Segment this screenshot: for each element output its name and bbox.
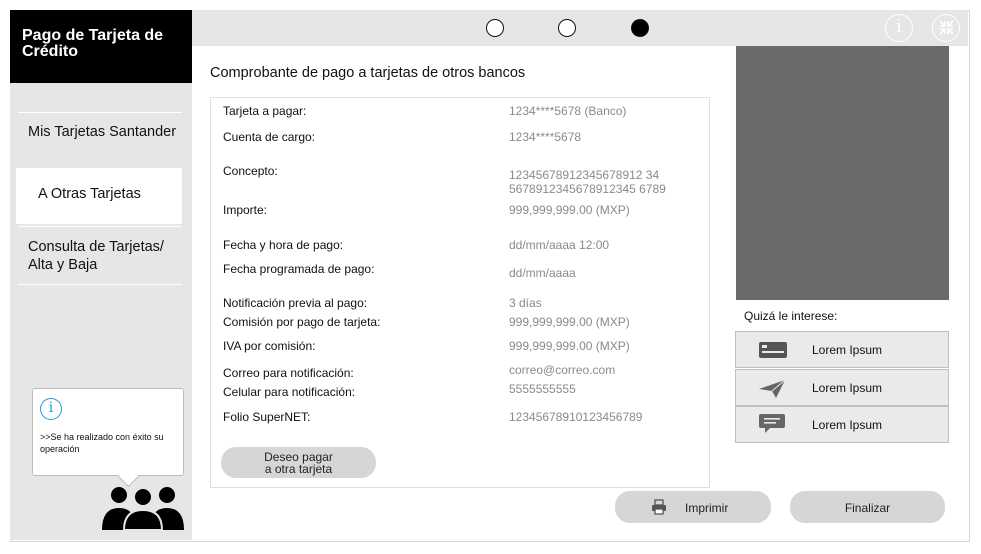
sidebar-item-consulta-tarjetas[interactable]: Consulta de Tarjetas/ Alta y Baja: [18, 226, 182, 284]
top-bar: [192, 10, 968, 46]
field-label-notification: Notificación previa al pago:: [223, 296, 368, 310]
step-1-indicator: [486, 19, 504, 37]
print-button-label: Imprimir: [685, 501, 729, 515]
field-label-folio: Folio SuperNET:: [223, 410, 311, 424]
print-button[interactable]: Imprimir: [615, 491, 771, 523]
field-label-card: Tarjeta a pagar:: [223, 104, 307, 118]
paper-plane-icon: [759, 379, 786, 398]
promo-label: Lorem Ipsum: [812, 381, 883, 395]
printer-icon: [652, 499, 666, 515]
sidebar-item-label: A Otras Tarjetas: [38, 186, 141, 202]
sidebar-item-label: Mis Tarjetas Santander: [28, 124, 177, 140]
field-value-phone: 5555555555: [509, 382, 576, 396]
sidebar-item-mis-tarjetas[interactable]: Mis Tarjetas Santander: [18, 112, 182, 168]
success-message-bubble: i >>Se ha realizado con éxito su operaci…: [32, 388, 184, 488]
field-label-email: Correo para notificación:: [223, 366, 354, 380]
advertisement-placeholder: [736, 46, 949, 300]
field-value-folio: 12345678910123456789: [509, 410, 643, 424]
field-value-email: correo@correo.com: [509, 363, 616, 377]
field-value-amount: 999,999,999.00 (MXP): [509, 203, 630, 217]
chat-icon: [759, 414, 785, 433]
app-title: Pago de Tarjeta de Crédito: [10, 10, 192, 83]
step-2-indicator: [558, 19, 576, 37]
promo-item-1[interactable]: Lorem Ipsum: [735, 331, 949, 368]
field-label-commission: Comisión por pago de tarjeta:: [223, 315, 381, 329]
promo-item-2[interactable]: Lorem Ipsum: [735, 369, 949, 406]
sidebar-item-label: Consulta de Tarjetas/ Alta y Baja: [28, 239, 164, 273]
field-label-account: Cuenta de cargo:: [223, 130, 316, 144]
card-icon: [759, 342, 787, 358]
field-label-phone: Celular para notificación:: [223, 385, 356, 399]
info-icon: i: [40, 398, 62, 420]
field-value-commission: 999,999,999.00 (MXP): [509, 315, 630, 329]
field-label-scheduled-date: Fecha programada de pago:: [223, 262, 375, 276]
promo-item-3[interactable]: Lorem Ipsum: [735, 406, 949, 443]
close-icon[interactable]: [932, 14, 960, 42]
promo-label: Lorem Ipsum: [812, 343, 883, 357]
field-label-concept: Concepto:: [223, 164, 278, 178]
success-message: >>Se ha realizado con éxito su operación: [40, 432, 164, 454]
field-value-notification: 3 días: [509, 296, 542, 310]
promo-label: Lorem Ipsum: [812, 418, 883, 432]
field-value-concept-line-1: 12345678912345678912 34: [509, 168, 660, 182]
finish-button[interactable]: Finalizar: [790, 491, 945, 523]
field-value-iva: 999,999,999.00 (MXP): [509, 339, 630, 353]
field-value-concept-line-2: 5678912345678912345 6789: [509, 182, 666, 196]
field-value-scheduled-date: dd/mm/aaaa: [509, 266, 576, 280]
field-label-iva: IVA por comisión:: [223, 339, 316, 353]
field-value-payment-datetime: dd/mm/aaaa 12:00: [509, 238, 610, 252]
field-label-payment-datetime: Fecha y hora de pago:: [223, 238, 344, 252]
sidebar-item-otras-tarjetas[interactable]: A Otras Tarjetas: [16, 168, 182, 224]
pay-other-card-button[interactable]: Deseo pagar a otra tarjeta: [221, 447, 376, 478]
help-info-icon[interactable]: i: [885, 14, 913, 42]
finish-button-label: Finalizar: [844, 501, 891, 515]
field-label-amount: Importe:: [223, 203, 268, 217]
interest-title: Quizá le interese:: [744, 309, 838, 323]
page-title: Comprobante de pago a tarjetas de otros …: [210, 65, 526, 81]
step-3-indicator: [631, 19, 649, 37]
people-icon: [102, 487, 184, 530]
field-value-account: 1234****5678: [509, 130, 582, 144]
receipt-card: [210, 97, 710, 488]
sidebar-divider: [18, 284, 182, 285]
field-value-card: 1234****5678 (Banco): [509, 104, 627, 118]
